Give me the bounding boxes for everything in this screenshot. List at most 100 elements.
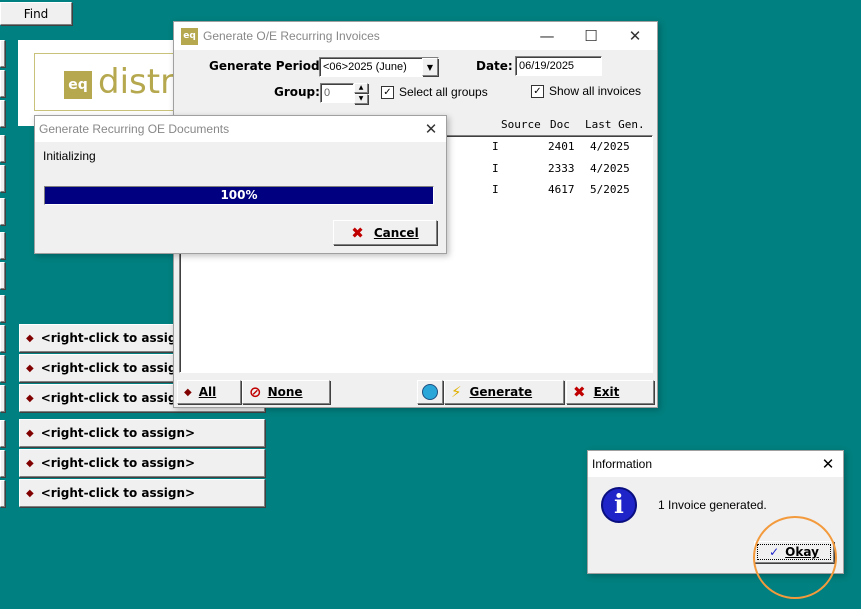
select-all-groups-checkbox[interactable]: ✓ Select all groups [381,85,488,99]
diamond-icon: ◆ [184,386,192,398]
row-last-gen: 5/2025 [590,183,630,196]
shortcut-button[interactable]: ◆ <right-click to assign> [19,479,265,507]
clock-icon [422,384,438,400]
no-symbol-icon: ⊘ [249,383,262,401]
left-stub-button[interactable] [0,165,5,192]
shortcut-label: <right-click to assign> [40,391,196,405]
generate-period-select[interactable]: <06>2025 (June) ▼ [319,57,439,77]
progress-status: Initializing [43,149,96,163]
group-value: 0 [324,87,331,99]
date-label: Date: [476,59,513,73]
checkbox-checked-icon[interactable]: ✓ [381,85,394,99]
column-header-doc[interactable]: Doc [550,118,570,131]
diamond-icon: ◆ [26,392,34,404]
left-stub-button[interactable] [0,70,5,97]
diamond-icon: ◆ [26,487,34,499]
row-doc: 2333 [548,162,575,175]
group-label: Group: [274,85,320,99]
left-stub-button[interactable] [0,232,5,259]
left-stub-button[interactable] [0,295,5,322]
eq-logo-icon: eq [64,71,92,99]
row-source: I [492,183,499,196]
row-last-gen: 4/2025 [590,162,630,175]
shortcut-label: <right-click to assign> [40,426,196,440]
date-input[interactable]: 06/19/2025 [515,56,602,76]
left-stub-button[interactable] [0,450,5,477]
clock-button[interactable] [417,380,443,404]
left-stub-button[interactable] [0,40,5,67]
shortcut-label: <right-click to assign> [40,456,196,470]
diamond-icon: ◆ [26,362,34,374]
select-all-groups-label: Select all groups [399,85,488,99]
diamond-icon: ◆ [26,332,34,344]
show-all-invoices-checkbox[interactable]: ✓ Show all invoices [531,84,641,98]
select-none-button[interactable]: ⊘ None [242,380,330,404]
shortcut-button[interactable]: ◆ <right-click to assign> [19,419,265,447]
row-source: I [492,162,499,175]
generate-period-label: Generate Period: [209,59,325,73]
progress-dialog: Generate Recurring OE Documents ✕ Initia… [34,115,447,254]
left-stub-button[interactable] [0,262,5,289]
progress-percent: 100% [220,188,258,202]
highlight-circle [753,516,837,599]
maximize-icon[interactable]: ☐ [569,27,613,45]
information-dialog-title: Information [592,457,653,471]
left-stub-button[interactable] [0,480,5,507]
minimize-icon[interactable]: — [525,27,569,45]
logo-panel: eq distr [18,40,184,126]
left-stub-button[interactable] [0,100,5,127]
shortcut-label: <right-click to assign> [40,361,196,375]
generate-period-value: <06>2025 (June) [323,61,407,73]
show-all-invoices-label: Show all invoices [549,84,642,98]
row-last-gen: 4/2025 [590,140,630,153]
none-label: None [267,385,303,399]
exit-label: Exit [593,385,620,399]
shortcut-label: <right-click to assign> [40,331,196,345]
exit-button[interactable]: ✖ Exit [566,380,654,404]
window-titlebar: eq Generate O/E Recurring Invoices — ☐ ✕ [174,22,657,50]
eq-app-icon: eq [181,27,198,45]
info-icon: i [601,487,637,523]
spinner-up-icon[interactable]: ▲ [354,83,368,93]
progress-dialog-titlebar: Generate Recurring OE Documents ✕ [35,116,446,142]
left-stub-button[interactable] [0,135,5,162]
left-stub-button[interactable] [0,198,5,225]
close-icon[interactable]: ✕ [613,27,657,45]
generate-label: Generate [469,385,533,399]
left-stub-button[interactable] [0,420,5,447]
left-stub-button[interactable] [0,355,5,382]
row-doc: 2401 [548,140,575,153]
shortcut-label: <right-click to assign> [40,486,196,500]
left-stub-button[interactable] [0,325,5,352]
left-stub-button[interactable] [0,385,5,412]
find-label: Find [23,6,49,21]
column-header-source[interactable]: Source [501,118,541,131]
close-icon[interactable]: ✕ [813,455,843,473]
all-label: All [198,385,217,399]
date-value: 06/19/2025 [519,60,575,72]
cancel-button[interactable]: ✖ Cancel [333,220,437,245]
information-dialog-titlebar: Information ✕ [588,451,843,477]
find-button[interactable]: Find [0,2,72,25]
logo-text: distr [98,62,175,102]
generate-button[interactable]: ⚡ Generate [444,380,564,404]
row-doc: 4617 [548,183,575,196]
cancel-label: Cancel [373,225,419,240]
chevron-down-icon[interactable]: ▼ [422,58,438,76]
info-message: 1 Invoice generated. [658,498,767,512]
shortcut-button[interactable]: ◆ <right-click to assign> [19,449,265,477]
diamond-icon: ◆ [26,427,34,439]
red-x-icon: ✖ [351,223,364,242]
group-stepper[interactable]: 0 [320,83,354,103]
window-title: Generate O/E Recurring Invoices [203,29,380,43]
group-spinner[interactable]: ▲ ▼ [354,83,368,104]
checkbox-checked-icon[interactable]: ✓ [531,84,544,98]
progress-bar: 100% [44,186,434,205]
select-all-button[interactable]: ◆ All [177,380,241,404]
spinner-down-icon[interactable]: ▼ [354,94,368,104]
row-source: I [492,140,499,153]
red-x-icon: ✖ [573,383,586,401]
column-header-last-gen[interactable]: Last Gen. [585,118,645,131]
lightning-icon: ⚡ [451,383,462,401]
close-icon[interactable]: ✕ [416,120,446,138]
